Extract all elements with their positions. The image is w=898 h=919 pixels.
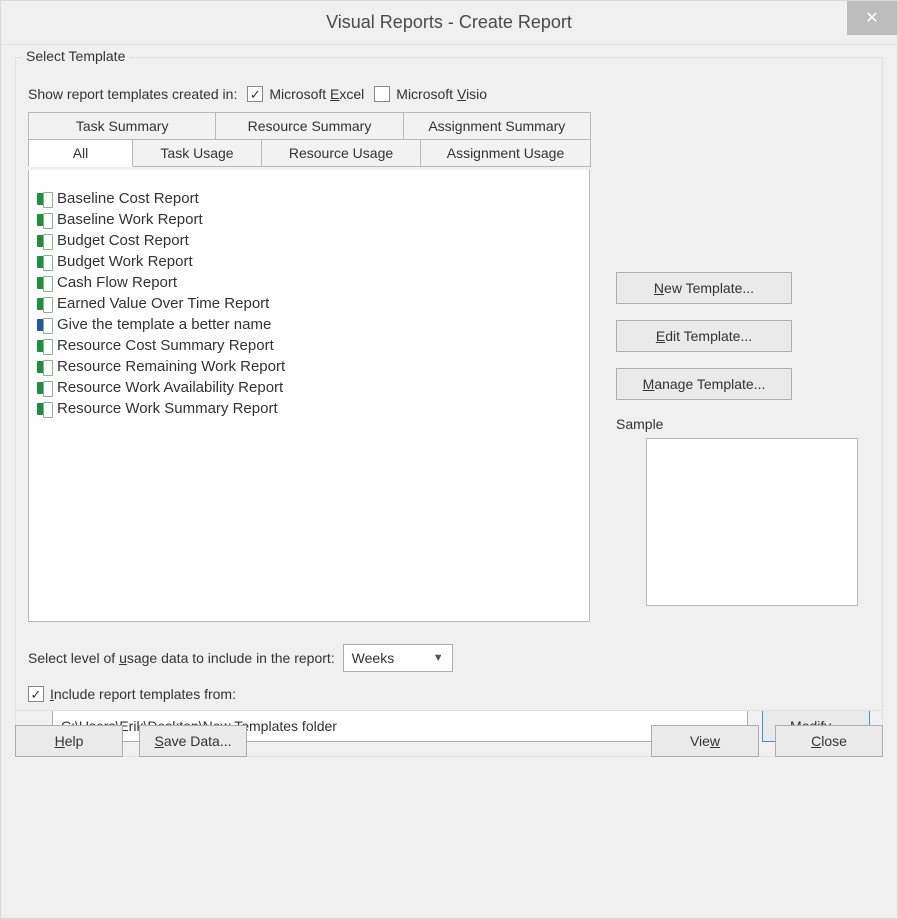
check-icon: ✓ bbox=[28, 686, 44, 702]
check-icon: ✓ bbox=[247, 86, 263, 102]
group-legend: Select Template bbox=[22, 48, 129, 64]
checkbox-excel[interactable]: ✓ Microsoft Excel bbox=[247, 86, 364, 102]
select-template-group: Select Template Show report templates cr… bbox=[15, 57, 883, 757]
list-item[interactable]: Resource Remaining Work Report bbox=[37, 356, 581, 377]
save-data-button[interactable]: Save Data... bbox=[139, 725, 247, 757]
checkbox-excel-label: Microsoft Excel bbox=[269, 86, 364, 102]
new-template-button[interactable]: New Template... bbox=[616, 272, 792, 304]
tab-task-usage[interactable]: Task Usage bbox=[132, 139, 262, 167]
usage-level-select[interactable]: Weeks ▼ bbox=[343, 644, 453, 672]
sample-label: Sample bbox=[616, 416, 870, 432]
footer-left: Help Save Data... bbox=[15, 725, 247, 757]
tab-resource-usage[interactable]: Resource Usage bbox=[261, 139, 421, 167]
usage-level-row: Select level of usage data to include in… bbox=[28, 644, 870, 672]
tab-strip: Task Summary Resource Summary Assignment… bbox=[28, 112, 590, 170]
excel-file-icon bbox=[37, 234, 53, 248]
list-item[interactable]: Give the template a better name bbox=[37, 314, 581, 335]
checkbox-visio[interactable]: Microsoft Visio bbox=[374, 86, 487, 102]
excel-file-icon bbox=[37, 360, 53, 374]
chevron-down-icon: ▼ bbox=[433, 652, 444, 664]
manage-template-button[interactable]: Manage Template... bbox=[616, 368, 792, 400]
excel-file-icon bbox=[37, 213, 53, 227]
excel-file-icon bbox=[37, 339, 53, 353]
template-actions-column: New Template... Edit Template... Manage … bbox=[616, 112, 870, 606]
visio-file-icon bbox=[37, 318, 53, 332]
excel-file-icon bbox=[37, 192, 53, 206]
excel-file-icon bbox=[37, 297, 53, 311]
edit-template-button[interactable]: Edit Template... bbox=[616, 320, 792, 352]
checkbox-visio-label: Microsoft Visio bbox=[396, 86, 487, 102]
template-name: Baseline Work Report bbox=[57, 211, 203, 228]
dialog-footer: Help Save Data... View Close bbox=[15, 710, 883, 757]
template-listbox[interactable]: Baseline Cost Report Baseline Work Report… bbox=[28, 170, 590, 622]
help-button[interactable]: Help bbox=[15, 725, 123, 757]
include-templates-label: Include report templates from: bbox=[50, 686, 236, 702]
include-templates-row: ✓ Include report templates from: bbox=[28, 686, 870, 702]
footer-right: View Close bbox=[651, 725, 883, 757]
tab-all[interactable]: All bbox=[28, 139, 133, 167]
titlebar: Visual Reports - Create Report ✕ bbox=[1, 1, 897, 45]
dialog-content: Select Template Show report templates cr… bbox=[1, 45, 897, 771]
template-name: Cash Flow Report bbox=[57, 274, 177, 291]
list-item[interactable]: Budget Work Report bbox=[37, 251, 581, 272]
main-row: Task Summary Resource Summary Assignment… bbox=[28, 112, 870, 622]
template-name: Give the template a better name bbox=[57, 316, 271, 333]
list-item[interactable]: Baseline Cost Report bbox=[37, 188, 581, 209]
templates-column: Task Summary Resource Summary Assignment… bbox=[28, 112, 590, 622]
sample-preview bbox=[646, 438, 858, 606]
tab-task-summary[interactable]: Task Summary bbox=[28, 112, 216, 140]
close-icon[interactable]: ✕ bbox=[847, 1, 897, 35]
checkbox-include-templates[interactable]: ✓ Include report templates from: bbox=[28, 686, 236, 702]
excel-file-icon bbox=[37, 276, 53, 290]
usage-level-value: Weeks bbox=[352, 650, 395, 666]
template-name: Budget Cost Report bbox=[57, 232, 189, 249]
template-name: Budget Work Report bbox=[57, 253, 193, 270]
tab-resource-summary[interactable]: Resource Summary bbox=[215, 112, 403, 140]
list-item[interactable]: Resource Work Availability Report bbox=[37, 377, 581, 398]
created-in-label: Show report templates created in: bbox=[28, 86, 237, 102]
template-name: Resource Cost Summary Report bbox=[57, 337, 274, 354]
usage-level-label: Select level of usage data to include in… bbox=[28, 650, 335, 666]
excel-file-icon bbox=[37, 381, 53, 395]
uncheck-icon bbox=[374, 86, 390, 102]
excel-file-icon bbox=[37, 402, 53, 416]
view-button[interactable]: View bbox=[651, 725, 759, 757]
back-tabs: Task Summary Resource Summary Assignment… bbox=[28, 112, 590, 140]
list-item[interactable]: Baseline Work Report bbox=[37, 209, 581, 230]
list-item[interactable]: Resource Cost Summary Report bbox=[37, 335, 581, 356]
template-name: Baseline Cost Report bbox=[57, 190, 199, 207]
template-name: Earned Value Over Time Report bbox=[57, 295, 269, 312]
excel-file-icon bbox=[37, 255, 53, 269]
list-item[interactable]: Earned Value Over Time Report bbox=[37, 293, 581, 314]
tab-assignment-summary[interactable]: Assignment Summary bbox=[403, 112, 591, 140]
list-item[interactable]: Budget Cost Report bbox=[37, 230, 581, 251]
template-name: Resource Work Availability Report bbox=[57, 379, 283, 396]
template-name: Resource Remaining Work Report bbox=[57, 358, 285, 375]
front-tabs: All Task Usage Resource Usage Assignment… bbox=[28, 139, 590, 167]
tab-assignment-usage[interactable]: Assignment Usage bbox=[420, 139, 591, 167]
template-name: Resource Work Summary Report bbox=[57, 400, 278, 417]
created-in-row: Show report templates created in: ✓ Micr… bbox=[28, 86, 870, 102]
list-item[interactable]: Resource Work Summary Report bbox=[37, 398, 581, 419]
list-item[interactable]: Cash Flow Report bbox=[37, 272, 581, 293]
close-button[interactable]: Close bbox=[775, 725, 883, 757]
dialog-title: Visual Reports - Create Report bbox=[326, 12, 572, 33]
visual-reports-dialog: Visual Reports - Create Report ✕ Select … bbox=[0, 0, 898, 919]
